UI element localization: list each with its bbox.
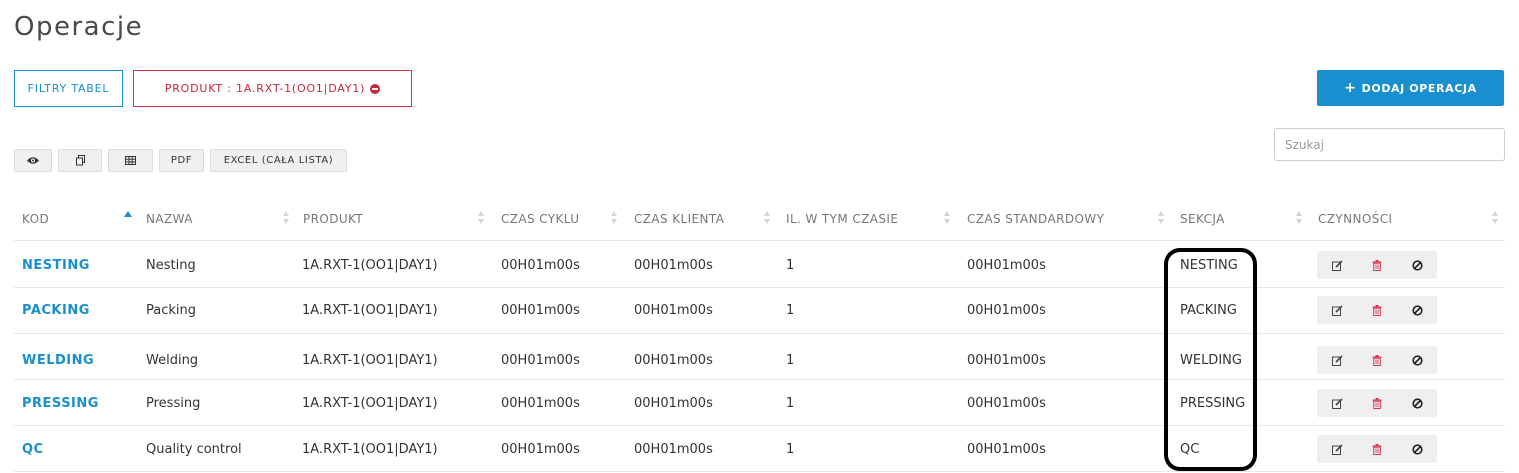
operation-code-link[interactable]: NESTING xyxy=(22,258,90,273)
operation-name: Pressing xyxy=(146,396,201,411)
row-divider xyxy=(14,379,1505,380)
column-header-actions: CZYNNOŚCI xyxy=(1318,212,1393,226)
row-divider xyxy=(14,425,1505,426)
operation-product: 1A.RXT-1(OO1|DAY1) xyxy=(302,396,438,411)
header-divider xyxy=(14,240,1505,241)
operation-name: Packing xyxy=(146,303,197,318)
edit-icon[interactable] xyxy=(1331,304,1343,316)
section-column-highlight xyxy=(1164,248,1257,471)
edit-icon[interactable] xyxy=(1331,354,1343,366)
row-actions xyxy=(1317,296,1437,324)
operation-standard-time: 00H01m00s xyxy=(967,442,1046,457)
operation-standard-time: 00H01m00s xyxy=(967,396,1046,411)
operation-cycle-time: 00H01m00s xyxy=(501,258,580,273)
csv-button[interactable] xyxy=(108,149,153,172)
page-title: Operacje xyxy=(14,12,144,42)
operation-client-time: 00H01m00s xyxy=(634,353,713,368)
copy-icon xyxy=(75,155,85,166)
active-filter-label: PRODUKT : 1A.RXT-1(OO1|DAY1) xyxy=(164,82,366,95)
operation-quantity: 1 xyxy=(786,353,795,368)
search-input[interactable] xyxy=(1274,128,1505,161)
operation-client-time: 00H01m00s xyxy=(634,258,713,273)
active-filter-chip[interactable]: PRODUKT : 1A.RXT-1(OO1|DAY1) xyxy=(133,70,412,107)
column-header-quantity[interactable]: IL. W TYM CZASIE xyxy=(786,212,898,226)
plus-icon: + xyxy=(1344,80,1357,96)
operation-client-time: 00H01m00s xyxy=(634,396,713,411)
column-header-section[interactable]: SEKCJA xyxy=(1180,212,1225,226)
row-divider xyxy=(14,287,1505,288)
sort-icon[interactable] xyxy=(1158,211,1165,225)
operation-quantity: 1 xyxy=(786,396,795,411)
sort-icon[interactable] xyxy=(478,211,485,225)
edit-icon[interactable] xyxy=(1331,259,1343,271)
excel-button[interactable]: EXCEL (CAŁA LISTA) xyxy=(210,149,347,172)
sort-icon[interactable] xyxy=(944,211,951,225)
disable-icon[interactable] xyxy=(1411,443,1423,455)
operation-cycle-time: 00H01m00s xyxy=(501,303,580,318)
row-divider xyxy=(14,333,1505,334)
operation-client-time: 00H01m00s xyxy=(634,303,713,318)
operation-code-link[interactable]: QC xyxy=(22,442,44,457)
operation-product: 1A.RXT-1(OO1|DAY1) xyxy=(302,353,438,368)
operation-name: Nesting xyxy=(146,258,196,273)
add-operation-label: DODAJ OPERACJA xyxy=(1361,81,1477,95)
column-header-cycle-time[interactable]: CZAS CYKLU xyxy=(501,212,579,226)
row-actions xyxy=(1317,251,1437,279)
column-header-name[interactable]: NAZWA xyxy=(146,212,193,226)
row-divider xyxy=(14,471,1505,472)
operation-code-link[interactable]: WELDING xyxy=(22,353,94,368)
operation-product: 1A.RXT-1(OO1|DAY1) xyxy=(302,303,438,318)
disable-icon[interactable] xyxy=(1411,354,1423,366)
column-visibility-button[interactable] xyxy=(14,149,52,172)
column-header-code[interactable]: KOD xyxy=(22,212,49,226)
operation-name: Quality control xyxy=(146,442,242,457)
edit-icon[interactable] xyxy=(1331,397,1343,409)
sort-icon[interactable] xyxy=(1296,211,1303,225)
disable-icon[interactable] xyxy=(1411,259,1423,271)
add-operation-button[interactable]: + DODAJ OPERACJA xyxy=(1317,70,1504,106)
edit-icon[interactable] xyxy=(1331,443,1343,455)
operation-cycle-time: 00H01m00s xyxy=(501,396,580,411)
pdf-button[interactable]: PDF xyxy=(159,149,204,172)
operation-product: 1A.RXT-1(OO1|DAY1) xyxy=(302,442,438,457)
disable-icon[interactable] xyxy=(1411,397,1423,409)
sort-icon[interactable] xyxy=(1492,211,1499,225)
table-filters-button[interactable]: FILTRY TABEL xyxy=(14,70,123,107)
column-header-client-time[interactable]: CZAS KLIENTA xyxy=(634,212,724,226)
row-actions xyxy=(1317,389,1437,417)
operation-cycle-time: 00H01m00s xyxy=(501,442,580,457)
operation-standard-time: 00H01m00s xyxy=(967,258,1046,273)
operation-code-link[interactable]: PACKING xyxy=(22,303,90,318)
remove-filter-icon[interactable] xyxy=(370,83,381,94)
operation-quantity: 1 xyxy=(786,258,795,273)
row-actions xyxy=(1317,435,1437,463)
delete-icon[interactable] xyxy=(1371,259,1383,271)
operation-cycle-time: 00H01m00s xyxy=(501,353,580,368)
operation-name: Welding xyxy=(146,353,199,368)
delete-icon[interactable] xyxy=(1371,304,1383,316)
sort-icon[interactable] xyxy=(283,211,290,225)
sort-icon[interactable] xyxy=(611,211,618,225)
table-icon xyxy=(125,156,136,165)
delete-icon[interactable] xyxy=(1371,397,1383,409)
delete-icon[interactable] xyxy=(1371,443,1383,455)
copy-button[interactable] xyxy=(58,149,102,172)
disable-icon[interactable] xyxy=(1411,304,1423,316)
operation-product: 1A.RXT-1(OO1|DAY1) xyxy=(302,258,438,273)
operation-client-time: 00H01m00s xyxy=(634,442,713,457)
operation-standard-time: 00H01m00s xyxy=(967,353,1046,368)
column-header-standard-time[interactable]: CZAS STANDARDOWY xyxy=(967,212,1104,226)
column-header-product[interactable]: PRODUKT xyxy=(303,212,363,226)
operation-standard-time: 00H01m00s xyxy=(967,303,1046,318)
operation-quantity: 1 xyxy=(786,442,795,457)
delete-icon[interactable] xyxy=(1371,354,1383,366)
operation-code-link[interactable]: PRESSING xyxy=(22,396,99,411)
row-actions xyxy=(1317,346,1437,374)
sort-ascending-icon[interactable] xyxy=(124,211,132,217)
operation-quantity: 1 xyxy=(786,303,795,318)
sort-icon[interactable] xyxy=(764,211,771,225)
eye-icon xyxy=(27,157,39,164)
